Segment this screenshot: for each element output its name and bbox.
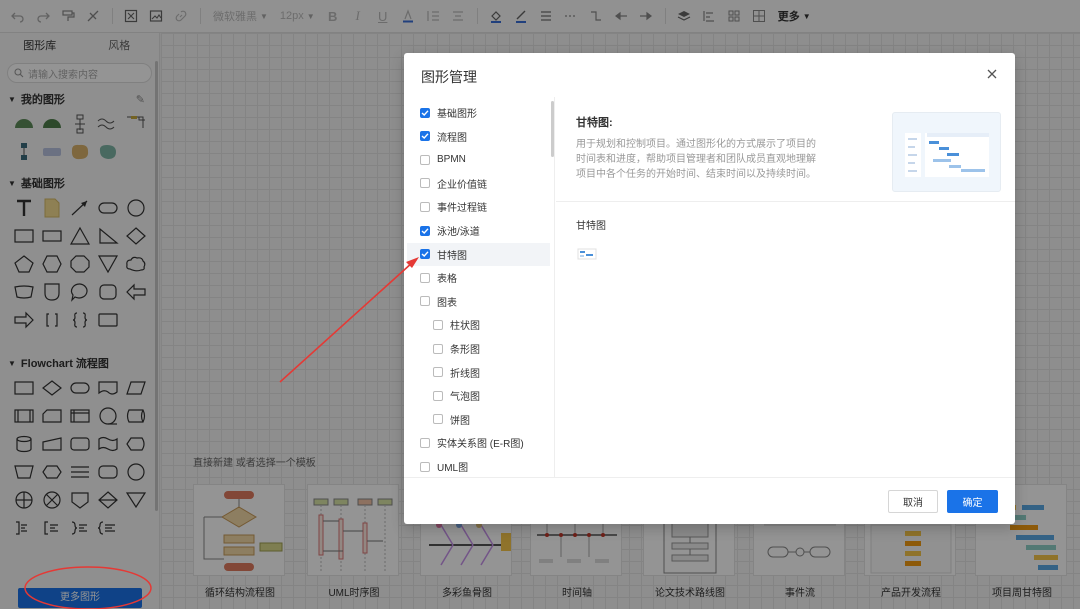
checkbox-unchecked-icon[interactable] [433,367,443,378]
category-label: 流程图 [437,132,467,144]
category-label: 甘特图 [437,250,467,262]
category-label: 气泡图 [450,392,480,404]
category-label: 企业价值链 [437,179,487,191]
checkbox-unchecked-icon[interactable] [433,319,443,330]
checkbox-unchecked-icon[interactable] [433,414,443,425]
checkbox-unchecked-icon[interactable] [420,178,430,189]
category-list-scrollbar[interactable] [551,101,554,157]
category-detail-panel: 甘特图: 用于规划和控制项目。通过图形化的方式展示了项目的时间表和进度，帮助项目… [556,97,1015,477]
category-item[interactable]: 条形图 [407,337,550,360]
checkbox-unchecked-icon[interactable] [433,390,443,401]
category-item[interactable]: 折线图 [407,361,550,384]
category-label: 实体关系图 (E-R图) [437,439,524,451]
category-item[interactable]: 事件过程链 [407,195,550,218]
category-item[interactable]: 饼图 [407,408,550,431]
checkbox-checked-icon[interactable] [420,107,430,118]
detail-divider [556,201,1015,202]
category-label: BPMN [437,154,466,166]
shape-manager-dialog: 图形管理 基础图形 流程图 BPMN 企业价值链 事件过程链 泳池/泳道 甘特图 表格 图表 柱状… [404,53,1015,524]
checkbox-unchecked-icon[interactable] [420,201,430,212]
category-item[interactable]: 泳池/泳道 [407,219,550,242]
checkbox-checked-icon[interactable] [420,225,430,236]
close-icon[interactable] [985,67,999,81]
category-info-description: 用于规划和控制项目。通过图形化的方式展示了项目的时间表和进度，帮助项目管理者和团… [576,139,816,180]
category-item[interactable]: 柱状图 [407,313,550,336]
category-item[interactable]: 实体关系图 (E-R图) [407,431,550,454]
category-item[interactable]: BPMN [407,148,550,171]
checkbox-unchecked-icon[interactable] [420,272,430,283]
gantt-shape-icon[interactable] [577,247,597,261]
category-item[interactable]: 流程图 [407,125,550,148]
category-label: 折线图 [450,368,480,380]
category-label: 柱状图 [450,321,480,333]
shape-group-title: 甘特图 [576,221,606,232]
checkbox-unchecked-icon[interactable] [420,154,430,165]
category-label: UML图 [437,463,469,474]
category-label: 泳池/泳道 [437,227,480,238]
checkbox-unchecked-icon[interactable] [420,437,430,448]
category-label: 图表 [437,297,457,309]
category-label: 条形图 [450,345,480,356]
category-label: 表格 [437,274,457,286]
category-label: 事件过程链 [437,203,487,215]
checkbox-unchecked-icon[interactable] [420,461,430,472]
confirm-button[interactable]: 确定 [947,490,998,513]
category-item[interactable]: 表格 [407,266,550,289]
checkbox-unchecked-icon[interactable] [420,296,430,307]
category-label: 基础图形 [437,109,477,120]
category-item[interactable]: 基础图形 [407,101,550,124]
dialog-title: 图形管理 [421,69,477,85]
category-item[interactable]: UML图 [407,455,550,477]
gantt-preview-thumbnail [892,112,1001,192]
category-item[interactable]: 企业价值链 [407,172,550,195]
checkbox-checked-icon[interactable] [420,131,430,142]
dialog-footer: 取消 确定 [404,477,1015,524]
category-item[interactable]: 气泡图 [407,384,550,407]
checkbox-checked-icon[interactable] [420,249,430,260]
category-item[interactable]: 甘特图 [407,242,550,266]
category-info-title: 甘特图: [576,117,613,129]
category-label: 饼图 [450,415,470,427]
category-item[interactable]: 图表 [407,290,550,313]
cancel-button[interactable]: 取消 [888,490,938,513]
category-list: 基础图形流程图 BPMN 企业价值链事件过程链泳池/泳道甘特图表格图表柱状图条形图折… [404,97,555,477]
checkbox-unchecked-icon[interactable] [433,343,443,354]
